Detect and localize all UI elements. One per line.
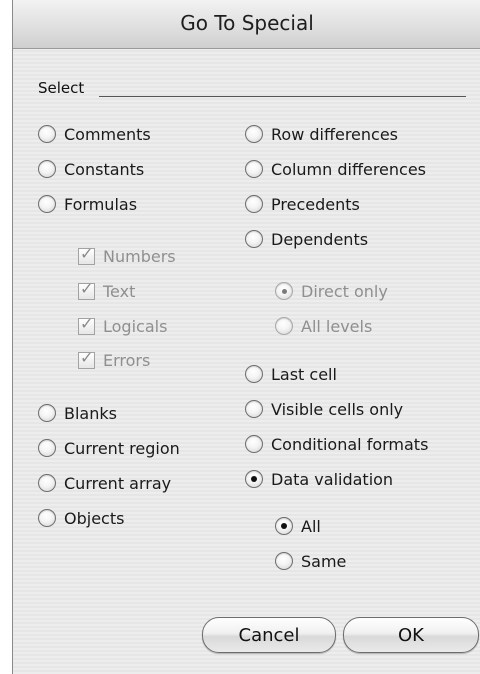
formulas-radio[interactable] (38, 195, 56, 213)
option-data-validation[interactable]: Data validation (245, 467, 393, 491)
column-differences-radio[interactable] (245, 160, 263, 178)
section-divider (99, 96, 466, 97)
comments-label: Comments (64, 124, 151, 144)
visible-cells-only-radio[interactable] (245, 400, 263, 418)
option-validation-all[interactable]: All (275, 514, 321, 538)
objects-radio[interactable] (38, 509, 56, 527)
precedents-radio[interactable] (245, 195, 263, 213)
option-row-differences[interactable]: Row differences (245, 122, 398, 146)
comments-radio[interactable] (38, 125, 56, 143)
visible-cells-only-label: Visible cells only (271, 399, 404, 419)
cancel-button[interactable]: Cancel (202, 617, 336, 653)
formulas-label: Formulas (64, 194, 138, 214)
all-levels-radio[interactable] (275, 317, 293, 335)
option-objects[interactable]: Objects (38, 506, 124, 530)
option-column-differences[interactable]: Column differences (245, 157, 426, 181)
objects-label: Objects (64, 508, 125, 528)
option-visible-cells-only[interactable]: Visible cells only (245, 397, 403, 421)
constants-radio[interactable] (38, 160, 56, 178)
checkmark-icon: ✓ (80, 278, 94, 298)
current-array-label: Current array (64, 473, 172, 493)
option-validation-same[interactable]: Same (275, 549, 346, 573)
text-label: Text (103, 281, 136, 301)
constants-label: Constants (64, 159, 145, 179)
option-dependents[interactable]: Dependents (245, 227, 368, 251)
go-to-special-dialog: Go To Special Select Comments Constants … (12, 0, 480, 674)
logicals-checkbox[interactable]: ✓ (78, 314, 95, 335)
option-conditional-formats[interactable]: Conditional formats (245, 432, 428, 456)
logicals-label: Logicals (103, 316, 168, 336)
errors-label: Errors (103, 350, 151, 370)
direct-only-radio[interactable] (275, 282, 293, 300)
option-all-levels[interactable]: All levels (275, 314, 372, 338)
precedents-label: Precedents (271, 194, 360, 214)
text-checkbox[interactable]: ✓ (78, 279, 95, 300)
checkmark-icon: ✓ (80, 243, 94, 263)
checkbox-errors[interactable]: ✓ Errors (78, 348, 150, 372)
blanks-label: Blanks (64, 403, 117, 423)
checkbox-numbers[interactable]: ✓ Numbers (78, 244, 176, 268)
last-cell-radio[interactable] (245, 365, 263, 383)
blanks-radio[interactable] (38, 404, 56, 422)
validation-all-radio[interactable] (275, 517, 293, 535)
option-formulas[interactable]: Formulas (38, 192, 137, 216)
dialog-title: Go To Special (180, 11, 314, 35)
option-direct-only[interactable]: Direct only (275, 279, 388, 303)
select-section-label: Select (38, 79, 85, 97)
checkbox-text[interactable]: ✓ Text (78, 279, 135, 303)
checkbox-logicals[interactable]: ✓ Logicals (78, 314, 167, 338)
direct-only-label: Direct only (301, 281, 388, 301)
option-comments[interactable]: Comments (38, 122, 151, 146)
validation-all-label: All (301, 516, 321, 536)
conditional-formats-label: Conditional formats (271, 434, 429, 454)
option-current-array[interactable]: Current array (38, 471, 171, 495)
checkmark-icon: ✓ (80, 313, 94, 333)
conditional-formats-radio[interactable] (245, 435, 263, 453)
dependents-radio[interactable] (245, 230, 263, 248)
option-current-region[interactable]: Current region (38, 436, 180, 460)
all-levels-label: All levels (301, 316, 373, 336)
data-validation-label: Data validation (271, 469, 394, 489)
dependents-label: Dependents (271, 229, 369, 249)
errors-checkbox[interactable]: ✓ (78, 348, 95, 369)
ok-button[interactable]: OK (343, 617, 479, 653)
validation-same-label: Same (301, 551, 347, 571)
row-differences-label: Row differences (271, 124, 399, 144)
option-constants[interactable]: Constants (38, 157, 144, 181)
validation-same-radio[interactable] (275, 552, 293, 570)
title-bar: Go To Special (13, 0, 480, 49)
option-last-cell[interactable]: Last cell (245, 362, 337, 386)
row-differences-radio[interactable] (245, 125, 263, 143)
column-differences-label: Column differences (271, 159, 427, 179)
checkmark-icon: ✓ (80, 347, 94, 367)
data-validation-radio[interactable] (245, 470, 263, 488)
option-precedents[interactable]: Precedents (245, 192, 360, 216)
current-region-radio[interactable] (38, 439, 56, 457)
numbers-checkbox[interactable]: ✓ (78, 244, 95, 265)
option-blanks[interactable]: Blanks (38, 401, 117, 425)
current-region-label: Current region (64, 438, 180, 458)
numbers-label: Numbers (103, 246, 176, 266)
current-array-radio[interactable] (38, 474, 56, 492)
last-cell-label: Last cell (271, 364, 337, 384)
